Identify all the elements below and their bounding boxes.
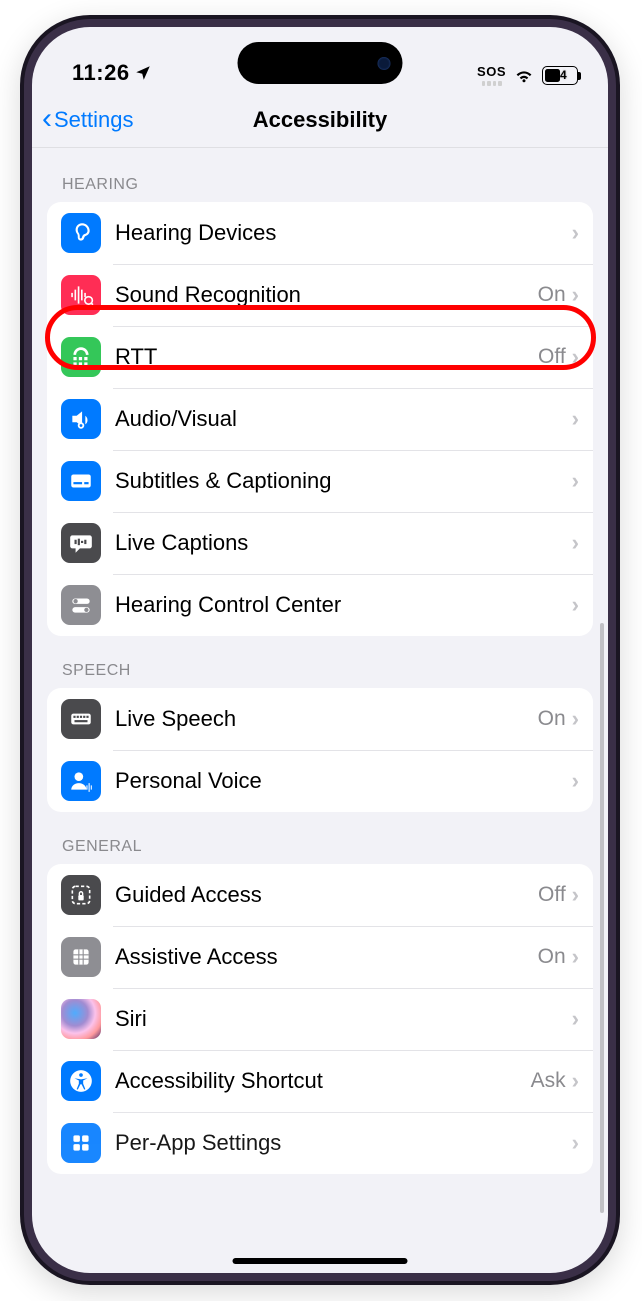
toggles-icon [61,585,101,625]
page-title: Accessibility [253,107,388,133]
content-scroll[interactable]: HEARING Hearing Devices › Sound Recogn [32,148,608,1273]
back-label: Settings [54,107,134,133]
row-value: On [538,283,566,307]
section-header-hearing: HEARING [32,148,608,202]
back-button[interactable]: ‹ Settings [42,106,134,134]
row-accessibility-shortcut[interactable]: Accessibility Shortcut Ask › [47,1050,593,1112]
location-icon [134,64,152,82]
row-value: On [538,945,566,969]
ear-icon [61,213,101,253]
row-label: Accessibility Shortcut [115,1068,531,1094]
chevron-right-icon: › [572,1130,579,1156]
grid-icon [61,937,101,977]
section-hearing: Hearing Devices › Sound Recognition On › [47,202,593,636]
row-assistive-access[interactable]: Assistive Access On › [47,926,593,988]
row-label: Live Captions [115,530,572,556]
row-per-app-settings[interactable]: Per-App Settings › [47,1112,593,1174]
screen: 11:26 SOS 44 [32,27,608,1273]
row-siri[interactable]: Siri › [47,988,593,1050]
wifi-icon [513,64,535,86]
status-left: 11:26 [72,60,152,86]
row-subtitles-captioning[interactable]: Subtitles & Captioning › [47,450,593,512]
section-speech: Live Speech On › Personal Voice › [47,688,593,812]
section-general: Guided Access Off › Assistive Access On … [47,864,593,1174]
chevron-right-icon: › [572,882,579,908]
chevron-right-icon: › [572,406,579,432]
row-live-speech[interactable]: Live Speech On › [47,688,593,750]
home-indicator[interactable] [233,1258,408,1264]
scrollbar[interactable] [600,623,604,1213]
chevron-right-icon: › [572,592,579,618]
row-label: Siri [115,1006,572,1032]
row-sound-recognition[interactable]: Sound Recognition On › [47,264,593,326]
chevron-right-icon: › [572,530,579,556]
speaker-eye-icon [61,399,101,439]
speech-bubble-icon [61,523,101,563]
row-audio-visual[interactable]: Audio/Visual › [47,388,593,450]
row-value: Off [538,883,566,907]
row-label: RTT [115,344,538,370]
accessibility-icon [61,1061,101,1101]
chevron-right-icon: › [572,768,579,794]
row-rtt[interactable]: RTT Off › [47,326,593,388]
row-hearing-devices[interactable]: Hearing Devices › [47,202,593,264]
row-label: Hearing Control Center [115,592,572,618]
row-live-captions[interactable]: Live Captions › [47,512,593,574]
siri-icon [61,999,101,1039]
row-personal-voice[interactable]: Personal Voice › [47,750,593,812]
chevron-right-icon: › [572,468,579,494]
row-guided-access[interactable]: Guided Access Off › [47,864,593,926]
row-label: Hearing Devices [115,220,572,246]
battery-icon: 44 [542,66,578,85]
chevron-right-icon: › [572,944,579,970]
sound-wave-icon [61,275,101,315]
person-voice-icon [61,761,101,801]
chevron-left-icon: ‹ [42,104,52,134]
row-label: Live Speech [115,706,538,732]
subtitles-icon [61,461,101,501]
row-label: Sound Recognition [115,282,538,308]
chevron-right-icon: › [572,706,579,732]
sos-indicator: SOS [477,64,506,86]
row-value: On [538,707,566,731]
row-label: Audio/Visual [115,406,572,432]
status-right: SOS 44 [477,64,578,86]
chevron-right-icon: › [572,344,579,370]
row-value: Ask [531,1069,566,1093]
status-time: 11:26 [72,60,130,86]
dynamic-island [238,42,403,84]
row-label: Per-App Settings [115,1130,572,1156]
row-label: Personal Voice [115,768,572,794]
phone-frame: 11:26 SOS 44 [20,15,620,1285]
chevron-right-icon: › [572,1068,579,1094]
lock-frame-icon [61,875,101,915]
chevron-right-icon: › [572,282,579,308]
chevron-right-icon: › [572,220,579,246]
nav-bar: ‹ Settings Accessibility [32,92,608,148]
row-label: Guided Access [115,882,538,908]
row-value: Off [538,345,566,369]
stage: 11:26 SOS 44 [0,0,642,1301]
front-camera [378,57,391,70]
row-label: Assistive Access [115,944,538,970]
keyboard-wave-icon [61,699,101,739]
section-header-general: GENERAL [32,812,608,864]
section-header-speech: SPEECH [32,636,608,688]
phone-tty-icon [61,337,101,377]
row-hearing-control-center[interactable]: Hearing Control Center › [47,574,593,636]
row-label: Subtitles & Captioning [115,468,572,494]
chevron-right-icon: › [572,1006,579,1032]
apps-icon [61,1123,101,1163]
